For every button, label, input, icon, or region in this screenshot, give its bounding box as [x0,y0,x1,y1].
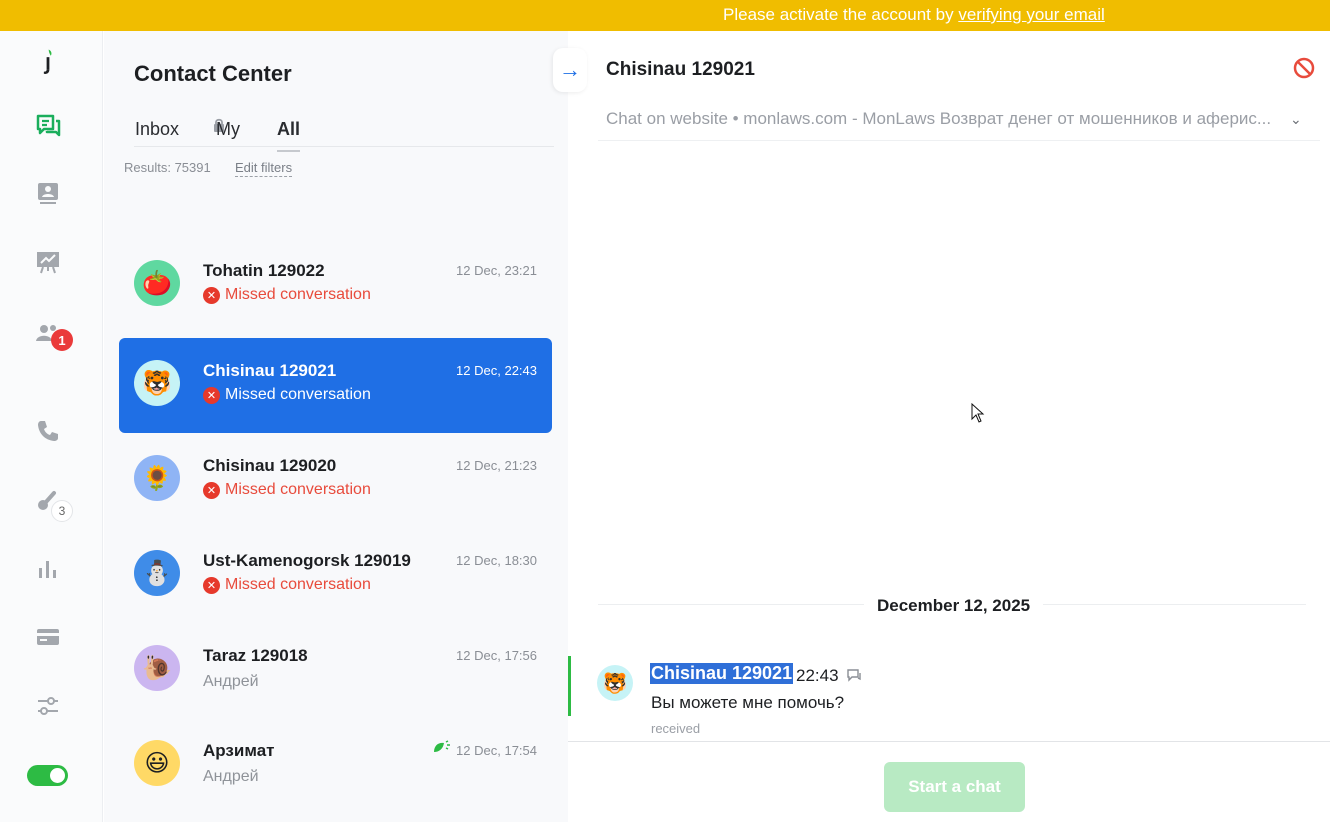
banner-message: Please activate the account by verifying… [723,5,1105,25]
block-contact-icon[interactable] [1292,56,1316,80]
banner-text: Please activate the account by [723,5,959,24]
conversation-agent: Андрей [203,768,259,785]
avatar: 😃 [134,740,180,786]
conversation-name: Арзимат [203,741,275,760]
tab-all[interactable]: All [277,119,301,152]
conversation-time: 12 Dec, 22:43 [456,363,537,378]
conversation-time: 12 Dec, 18:30 [456,553,537,568]
missed-icon: ✕ [203,576,220,594]
conversation-status: ✕ Missed conversation [203,286,371,304]
settings-sliders-icon [38,697,58,715]
rail-billing[interactable] [33,622,63,652]
rail-reports[interactable] [33,554,63,584]
chat-bubble-icon [847,669,861,682]
status-text: Missed conversation [225,286,371,303]
rail-team[interactable]: 1 [33,319,73,351]
conversation-item[interactable]: 🌻 Chisinau 129020 12 Dec, 21:23 ✕ Missed … [119,433,552,528]
app-logo[interactable] [33,47,63,77]
chevron-down-icon[interactable]: ⌄ [1290,111,1302,128]
conversation-item[interactable]: 🍅 Tohatin 129022 12 Dec, 23:21 ✕ Missed c… [119,238,552,333]
message-state: received [651,721,701,736]
message-time: 22:43 [796,666,839,685]
avatar: 🐯 [134,360,180,406]
start-chat-button[interactable]: Start a chat [884,762,1025,812]
conversation-item[interactable]: 🐌 Taraz 129018 12 Dec, 17:56 Андрей [119,623,552,718]
logo-icon [43,49,52,74]
conversation-name: Chisinau 129020 [203,456,337,475]
chat-source[interactable]: Chat on website • monlaws.com - MonLaws … [606,109,1296,129]
conversation-status: ✕ Missed conversation [203,576,371,594]
billing-card-icon [37,629,59,645]
icon-sidebar: 1 3 [0,31,103,822]
chats-icon [36,114,61,137]
online-status-toggle[interactable] [27,765,68,786]
avatar: 🐌 [134,645,180,691]
rail-settings[interactable] [33,691,63,721]
missed-icon: ✕ [203,286,220,304]
conversation-time: 12 Dec, 17:56 [456,648,537,663]
conversation-item[interactable]: 😃 Арзимат 12 Dec, 17:54 Андрей [119,718,552,813]
presentation-chart-icon [37,252,59,274]
tab-inbox-label: Inbox [135,119,180,139]
bar-chart-icon [39,561,56,578]
avatar: 🍅 [134,260,180,306]
avatar: ⛄ [134,550,180,596]
conversation-time: 12 Dec, 21:23 [456,458,537,473]
chat-title: Chisinau 129021 [606,59,755,80]
conversation-status: ✕ Missed conversation [203,481,371,499]
mouse-cursor-icon [971,403,985,423]
status-text: Missed conversation [225,386,371,403]
message-indicator [568,656,571,716]
rail-campaigns[interactable] [33,247,63,277]
conversation-name: Ust-Kamenogorsk 129019 [203,551,411,570]
collapse-panel-button[interactable]: → [553,48,587,92]
chat-panel: → Chisinau 129021 Chat on website • monl… [553,31,1330,822]
missed-icon: ✕ [203,481,220,499]
composer-divider [568,741,1330,742]
date-label: December 12, 2025 [864,596,1044,616]
conversation-item-selected[interactable]: 🐯 Chisinau 129021 12 Dec, 22:43 ✕ Missed … [119,338,552,433]
phone-icon [38,421,58,441]
edit-filters-link[interactable]: Edit filters [235,160,293,177]
verify-email-link[interactable]: verifying your email [958,5,1104,24]
rail-contacts[interactable] [33,179,63,209]
conversation-name: Chisinau 129021 [203,361,337,380]
tab-all-label: All [277,119,301,139]
tab-my[interactable]: My [216,119,240,140]
rail-calls[interactable] [33,416,63,446]
status-text: Missed conversation [225,481,371,498]
channel-leaf-icon [434,740,450,752]
contact-card-icon [38,183,58,204]
message-avatar: 🐯 [597,665,633,701]
conversation-time: 12 Dec, 23:21 [456,263,537,278]
conversation-item[interactable]: ⛄ Ust-Kamenogorsk 129019 12 Dec, 18:30 ✕… [119,528,552,623]
conversation-status: ✕ Missed conversation [203,386,371,404]
conversation-name: Taraz 129018 [203,646,308,665]
integrations-badge: 3 [51,500,73,522]
message-text: Вы можете мне помочь? [651,693,845,712]
conversation-time: 12 Dec, 17:54 [456,743,537,758]
team-badge: 1 [51,329,73,351]
avatar: 🌻 [134,455,180,501]
arrow-right-icon: → [559,57,581,82]
missed-icon: ✕ [203,386,220,404]
message-sender: Chisinau 129021 [650,663,794,684]
conversation-agent: Андрей [203,673,259,690]
tab-my-label: My [216,119,240,139]
page-title: Contact Center [134,61,292,86]
conversation-tabs: Inbox My All [134,117,554,152]
activation-banner: Please activate the account by verifying… [0,0,1330,31]
tab-inbox[interactable]: Inbox [135,119,179,140]
results-count: Results: 75391 [124,160,211,175]
rail-integrations[interactable]: 3 [33,486,73,522]
header-divider [598,140,1320,141]
conversation-list-panel: Contact Center Inbox My All Results: 753… [104,31,568,822]
rail-chats[interactable] [33,111,63,141]
status-text: Missed conversation [225,576,371,593]
conversation-name: Tohatin 129022 [203,261,325,280]
